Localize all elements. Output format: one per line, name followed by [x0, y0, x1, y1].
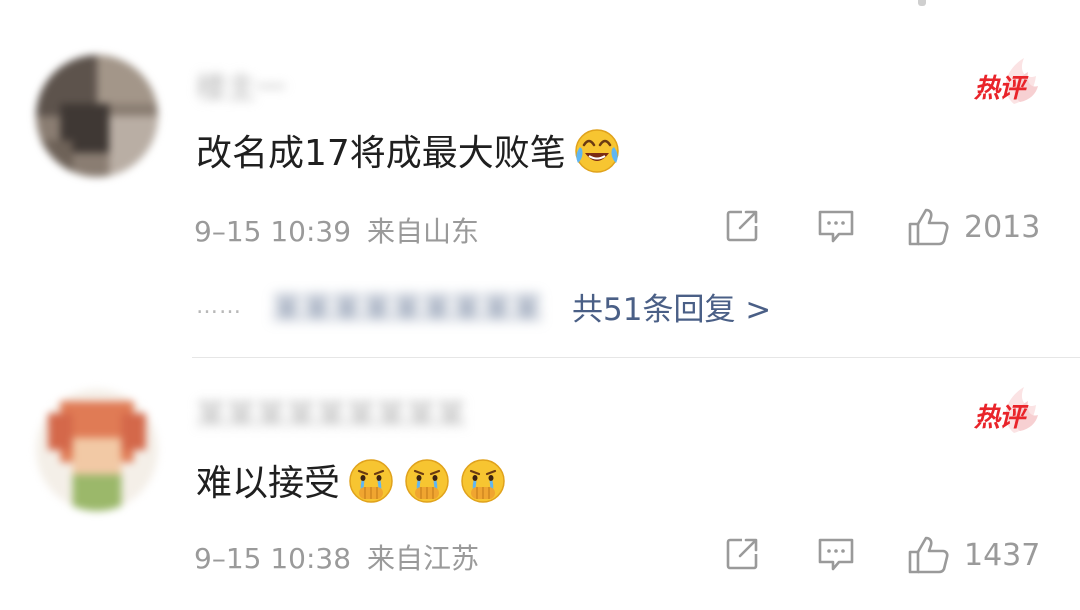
comment-bubble-icon — [818, 538, 854, 571]
hot-comment-badge: 热评 — [970, 381, 1042, 441]
reply-preview[interactable]: …… 某某某某某某某某某 共51条回复 > — [196, 284, 771, 328]
comment-time: 9–15 10:39 — [194, 215, 352, 248]
comment-item: 某某某某某某某某某 热评 难以接受 9–15 10:38 来自江苏 1437 — [0, 358, 1080, 610]
hot-comment-label: 热评 — [974, 74, 1025, 104]
comment-meta: 9–15 10:39 来自山东 — [194, 210, 479, 250]
crying-emoji-icon — [346, 455, 396, 505]
comment-time: 9–15 10:38 — [194, 542, 352, 575]
comment-meta: 9–15 10:38 来自江苏 — [194, 537, 479, 577]
comment-item: 楼主一 热评 改名成17将成最大败笔 9–15 10:39 来自山东 2013 … — [0, 0, 1080, 345]
comment-text-body: 改名成17将成最大败笔 — [196, 133, 566, 174]
username[interactable]: 某某某某某某某某某 — [196, 390, 466, 434]
like-button[interactable]: 1437 — [906, 534, 1040, 576]
thumbs-up-icon — [908, 536, 949, 574]
share-button[interactable] — [722, 534, 762, 574]
comment-location: 来自江苏 — [367, 542, 480, 575]
laughing-crying-emoji-icon — [572, 125, 622, 175]
crying-emoji-icon — [402, 455, 452, 505]
view-replies-link[interactable]: 共51条回复 > — [572, 284, 771, 329]
hot-comment-label: 热评 — [974, 403, 1025, 433]
reply-usernames: 某某某某某某某某某 — [272, 292, 542, 327]
comment-location: 来自山东 — [367, 215, 480, 248]
share-button[interactable] — [722, 206, 762, 246]
share-icon — [726, 210, 758, 242]
reply-button[interactable] — [815, 206, 857, 246]
comment-bubble-icon — [818, 210, 854, 243]
thumbs-up-icon — [908, 208, 949, 246]
avatar[interactable] — [36, 389, 158, 511]
crying-emoji-icon — [458, 455, 508, 505]
comment-text-body: 难以接受 — [196, 463, 341, 504]
like-count: 2013 — [964, 209, 1041, 245]
avatar[interactable] — [36, 55, 158, 177]
reply-dots: …… — [196, 293, 242, 319]
hot-comment-badge: 热评 — [970, 52, 1042, 112]
reply-button[interactable] — [815, 534, 857, 574]
like-button[interactable]: 2013 — [906, 206, 1040, 248]
username[interactable]: 楼主一 — [196, 63, 286, 107]
share-icon — [726, 538, 758, 570]
like-count: 1437 — [964, 537, 1041, 573]
comment-text: 难以接受 — [196, 454, 508, 506]
comment-text: 改名成17将成最大败笔 — [196, 124, 622, 176]
